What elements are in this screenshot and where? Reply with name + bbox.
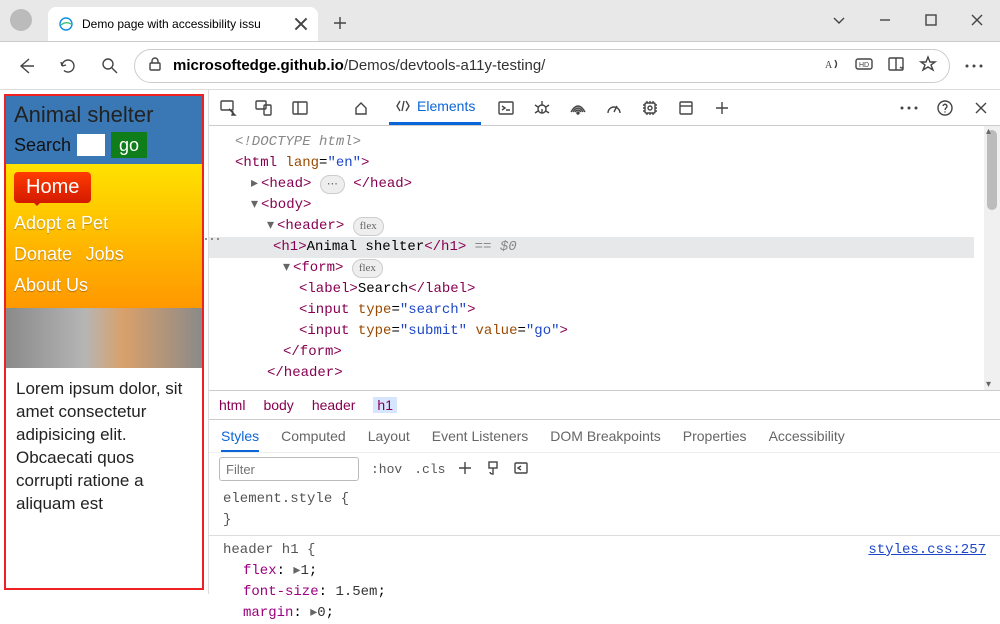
address-bar[interactable]: microsoftedge.github.io/Demos/devtools-a…: [134, 49, 950, 83]
tab-computed[interactable]: Computed: [281, 428, 346, 444]
tab-styles[interactable]: Styles: [221, 428, 259, 452]
cls-toggle[interactable]: .cls: [414, 462, 445, 477]
crumb-h1[interactable]: h1: [373, 397, 397, 413]
tab-title: Demo page with accessibility issu: [82, 17, 286, 31]
page-preview: Animal shelter Search go Home Adopt a Pe…: [4, 94, 204, 590]
page-title: Animal shelter: [14, 102, 194, 128]
profile-button[interactable]: [0, 0, 42, 41]
crumb-html[interactable]: html: [219, 397, 245, 413]
panel-icon[interactable]: [289, 97, 311, 119]
new-tab-button[interactable]: [324, 7, 356, 39]
browser-tab[interactable]: Demo page with accessibility issu: [48, 7, 318, 41]
close-window-button[interactable]: [954, 0, 1000, 41]
nav-donate[interactable]: Donate: [14, 244, 72, 265]
dom-tree[interactable]: ⋯ <!DOCTYPE html> <html lang="en"> ▸<hea…: [209, 126, 984, 390]
computed-toggle-icon[interactable]: [513, 460, 529, 479]
favorite-icon[interactable]: [919, 55, 937, 76]
plus-icon[interactable]: [711, 97, 733, 119]
close-tab-icon[interactable]: [294, 17, 308, 31]
minimize-button[interactable]: [862, 0, 908, 41]
read-aloud-icon[interactable]: A: [823, 55, 841, 76]
tab-layout[interactable]: Layout: [368, 428, 410, 444]
welcome-tab[interactable]: [347, 90, 375, 125]
selected-dom-node[interactable]: <h1>Animal shelter</h1> == $0: [209, 237, 974, 258]
styles-pane[interactable]: element.style { } header h1 {styles.css:…: [209, 485, 1000, 624]
tab-accessibility[interactable]: Accessibility: [769, 428, 845, 444]
crumb-body[interactable]: body: [263, 397, 293, 413]
hero-image: [6, 308, 202, 368]
styles-filter-input[interactable]: [219, 457, 359, 481]
elements-tab[interactable]: Elements: [389, 90, 481, 125]
application-icon[interactable]: [675, 97, 697, 119]
performance-icon[interactable]: [603, 97, 625, 119]
line-menu-icon[interactable]: ⋯: [203, 228, 221, 255]
breadcrumb[interactable]: html body header h1: [209, 390, 1000, 419]
menu-button[interactable]: [956, 48, 992, 84]
close-devtools-icon[interactable]: [970, 97, 992, 119]
nav-adopt[interactable]: Adopt a Pet: [14, 213, 108, 234]
back-button[interactable]: [8, 48, 44, 84]
help-icon[interactable]: [934, 97, 956, 119]
lock-icon: [147, 56, 163, 75]
search-button[interactable]: [92, 48, 128, 84]
tab-event-listeners[interactable]: Event Listeners: [432, 428, 529, 444]
hd-icon[interactable]: HD: [855, 55, 873, 76]
device-icon[interactable]: [253, 97, 275, 119]
more-icon[interactable]: [898, 97, 920, 119]
network-icon[interactable]: [567, 97, 589, 119]
tab-dom-breakpoints[interactable]: DOM Breakpoints: [550, 428, 660, 444]
refresh-button[interactable]: [50, 48, 86, 84]
url-text: microsoftedge.github.io/Demos/devtools-a…: [173, 57, 545, 74]
nav-home[interactable]: Home: [14, 172, 91, 203]
go-button[interactable]: go: [111, 132, 147, 158]
maximize-button[interactable]: [908, 0, 954, 41]
nav-jobs[interactable]: Jobs: [86, 244, 124, 265]
search-input[interactable]: [77, 134, 105, 156]
tab-properties[interactable]: Properties: [683, 428, 747, 444]
brush-icon[interactable]: [485, 460, 501, 479]
dom-scrollbar[interactable]: ▴▾: [984, 126, 1000, 390]
chevron-down-icon[interactable]: [816, 0, 862, 41]
svg-text:HD: HD: [859, 62, 869, 69]
svg-text:A: A: [825, 60, 833, 71]
search-label: Search: [14, 135, 71, 156]
reader-icon[interactable]: [887, 55, 905, 76]
crumb-header[interactable]: header: [312, 397, 356, 413]
edge-icon: [58, 16, 74, 32]
bug-icon[interactable]: [531, 97, 553, 119]
console-icon[interactable]: [495, 97, 517, 119]
hov-toggle[interactable]: :hov: [371, 462, 402, 477]
body-text: Lorem ipsum dolor, sit amet consectetur …: [6, 368, 202, 526]
source-link[interactable]: styles.css:257: [868, 540, 986, 561]
memory-icon[interactable]: [639, 97, 661, 119]
nav-about[interactable]: About Us: [14, 275, 88, 296]
inspect-icon[interactable]: [217, 97, 239, 119]
new-rule-icon[interactable]: [457, 460, 473, 479]
